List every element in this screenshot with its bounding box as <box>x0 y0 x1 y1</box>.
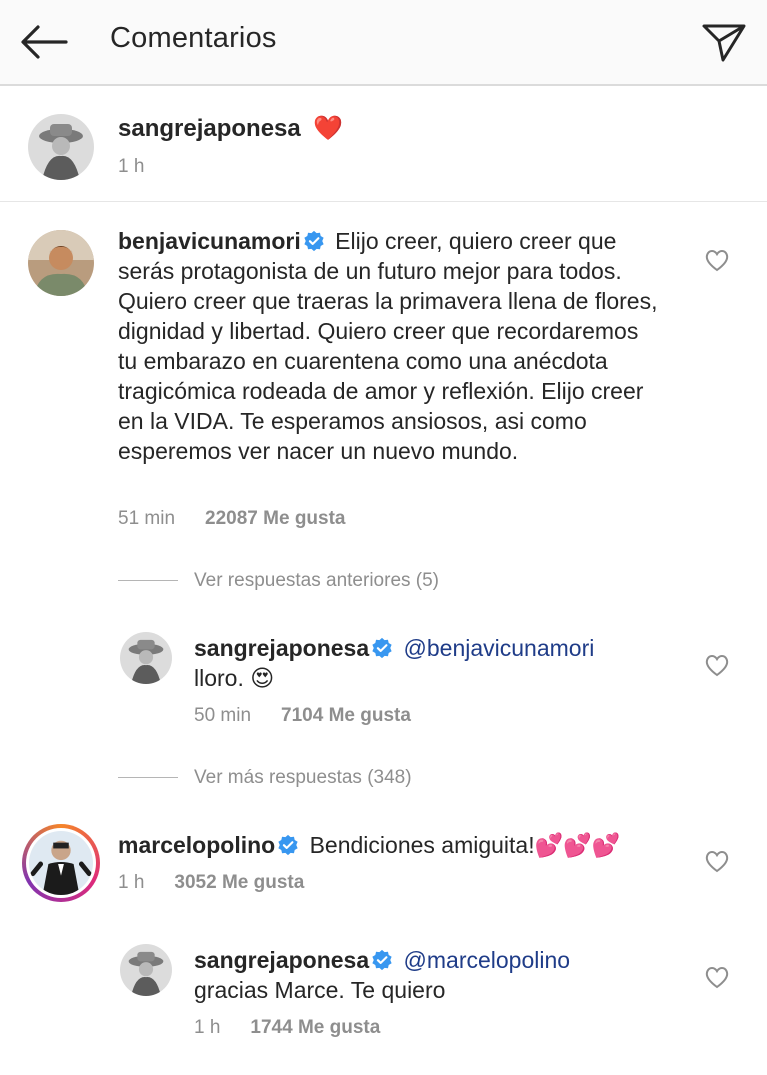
divider-line <box>118 777 178 779</box>
reply-time: 1 h <box>194 1017 221 1038</box>
comment-time: 51 min <box>118 508 176 529</box>
comment-text: Elijo creer, quiero creer que serás prot… <box>118 228 658 464</box>
like-count[interactable]: 1744 Me gusta <box>250 1017 380 1038</box>
avatar[interactable] <box>120 944 172 996</box>
reply-text: lloro. 😍 <box>194 665 275 691</box>
reply-username[interactable]: sangrejaponesa <box>194 947 369 973</box>
caption-text: sangrejaponesa ❤️ <box>118 114 343 143</box>
verified-badge-icon <box>369 635 397 661</box>
paper-plane-icon <box>702 24 746 62</box>
view-previous-replies[interactable]: Ver respuestas anteriores (5) <box>118 570 439 592</box>
avatar[interactable] <box>22 824 100 902</box>
reply-meta: 50 min 7104 Me gusta <box>194 705 411 727</box>
view-more-label: Ver más respuestas (348) <box>194 767 412 788</box>
caption-username[interactable]: sangrejaponesa <box>118 115 301 142</box>
comment-username[interactable]: marcelopolino <box>118 832 275 858</box>
top-bar: Comentarios <box>0 0 767 86</box>
reply-username[interactable]: sangrejaponesa <box>194 635 369 661</box>
reply-body: sangrejaponesa @benjavicunamori lloro. 😍 <box>194 633 664 693</box>
reply-time: 50 min <box>194 705 252 726</box>
comment-meta: 1 h 3052 Me gusta <box>118 872 304 894</box>
view-more-replies[interactable]: Ver más respuestas (348) <box>118 767 412 789</box>
avatar[interactable] <box>28 114 94 180</box>
like-button[interactable] <box>704 248 730 272</box>
comment-text: Bendiciones amiguita!💕💕💕 <box>309 832 621 858</box>
view-previous-label: Ver respuestas anteriores (5) <box>194 570 440 591</box>
like-count[interactable]: 7104 Me gusta <box>281 705 411 726</box>
verified-badge-icon <box>301 228 329 254</box>
avatar[interactable] <box>120 632 172 684</box>
like-count[interactable]: 22087 Me gusta <box>205 508 345 529</box>
like-button[interactable] <box>704 849 730 873</box>
reply-text: gracias Marce. Te quiero <box>194 977 446 1003</box>
comment-username[interactable]: benjavicunamori <box>118 228 301 254</box>
comment-body: marcelopolino Bendiciones amiguita!💕💕💕 <box>118 830 678 860</box>
like-button[interactable] <box>704 653 730 677</box>
share-button[interactable] <box>700 20 748 64</box>
arrow-left-icon <box>21 25 68 59</box>
like-button[interactable] <box>704 965 730 989</box>
verified-badge-icon <box>369 947 397 973</box>
post-caption: sangrejaponesa ❤️ 1 h <box>0 88 767 202</box>
heart-outline-icon <box>705 851 729 873</box>
caption-time: 1 h <box>118 156 145 177</box>
comment-body: benjavicunamori Elijo creer, quiero cree… <box>118 226 658 466</box>
heart-outline-icon <box>705 655 729 677</box>
divider-line <box>118 580 178 582</box>
mention-link[interactable]: @marcelopolino <box>404 947 571 973</box>
reply-meta: 1 h 1744 Me gusta <box>194 1017 380 1039</box>
back-button[interactable] <box>18 22 70 62</box>
reply-body: sangrejaponesa @marcelopolino gracias Ma… <box>194 945 664 1005</box>
heart-outline-icon <box>705 250 729 272</box>
heart-emoji: ❤️ <box>313 115 344 142</box>
heart-outline-icon <box>705 967 729 989</box>
mention-link[interactable]: @benjavicunamori <box>404 635 595 661</box>
comment-time: 1 h <box>118 872 145 893</box>
comment-meta: 51 min 22087 Me gusta <box>118 508 346 530</box>
avatar[interactable] <box>28 230 94 296</box>
like-count[interactable]: 3052 Me gusta <box>174 872 304 893</box>
verified-badge-icon <box>275 832 303 858</box>
page-title: Comentarios <box>110 22 277 54</box>
